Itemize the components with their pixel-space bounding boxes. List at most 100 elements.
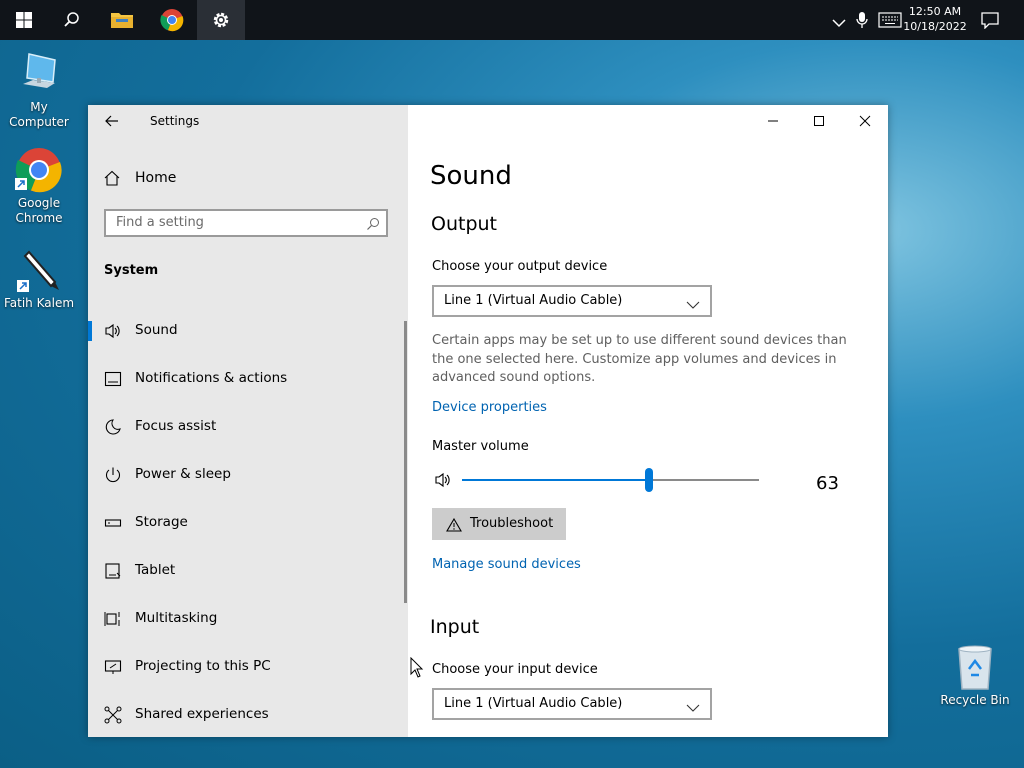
sidebar-item-label: Focus assist	[135, 418, 217, 434]
minimize-button[interactable]	[750, 105, 796, 137]
volume-slider-fill	[462, 479, 649, 481]
search-icon	[366, 216, 380, 235]
input-device-dropdown[interactable]: Line 1 (Virtual Audio Cable)	[432, 688, 712, 720]
windows-logo-icon	[16, 12, 32, 28]
desktop-icon-google-chrome[interactable]: Google Chrome	[0, 146, 78, 226]
projector-icon	[104, 658, 122, 676]
volume-value: 63	[816, 473, 839, 494]
sound-settings-pane: Sound Output Choose your output device L…	[408, 105, 888, 737]
keyboard-icon[interactable]	[878, 12, 902, 32]
maximize-icon	[814, 116, 824, 126]
system-section-label: System	[104, 263, 159, 278]
desktop-icon-fatih-kalem[interactable]: Fatih Kalem	[0, 246, 78, 311]
input-device-value: Line 1 (Virtual Audio Cable)	[444, 696, 623, 711]
sidebar-item-multitasking[interactable]: Multitasking	[88, 598, 406, 638]
settings-taskbar-button[interactable]	[197, 0, 245, 40]
input-heading: Input	[430, 616, 480, 638]
sidebar-item-power-sleep[interactable]: Power & sleep	[88, 454, 406, 494]
manage-sound-devices-link[interactable]: Manage sound devices	[432, 557, 581, 572]
mouse-cursor-icon	[410, 657, 424, 678]
chevron-up-icon[interactable]	[832, 13, 846, 32]
warning-icon	[446, 517, 462, 536]
multitasking-icon	[104, 610, 122, 628]
search-icon	[64, 12, 79, 27]
search-placeholder: Find a setting	[116, 215, 204, 230]
output-device-dropdown[interactable]: Line 1 (Virtual Audio Cable)	[432, 285, 712, 317]
search-button[interactable]	[48, 0, 96, 40]
sidebar-item-label: Notifications & actions	[135, 370, 288, 386]
sidebar-item-label: Projecting to this PC	[135, 658, 271, 674]
sidebar-item-label: Sound	[135, 322, 178, 338]
share-icon	[104, 706, 122, 724]
sidebar-item-label: Power & sleep	[135, 466, 231, 482]
taskbar: 12:50 AM 10/18/2022	[0, 0, 1024, 40]
start-button[interactable]	[0, 0, 48, 40]
desktop-icon-label: Fatih Kalem	[3, 296, 75, 310]
output-device-value: Line 1 (Virtual Audio Cable)	[444, 293, 623, 308]
power-icon	[104, 466, 122, 484]
back-arrow-icon	[105, 115, 118, 127]
home-label: Home	[135, 170, 177, 186]
minimize-icon	[768, 120, 778, 122]
output-heading: Output	[431, 213, 497, 235]
clock-date: 10/18/2022	[903, 20, 967, 33]
microphone-icon[interactable]	[856, 11, 868, 33]
speaker-icon[interactable]	[434, 471, 454, 493]
sidebar-item-shared-experiences[interactable]: Shared experiences	[88, 694, 406, 734]
find-setting-search[interactable]: Find a setting	[104, 209, 388, 237]
taskbar-clock[interactable]: 12:50 AM 10/18/2022	[902, 4, 968, 34]
sidebar-item-label: Tablet	[135, 562, 176, 578]
sidebar-item-notifications[interactable]: Notifications & actions	[88, 358, 406, 398]
moon-icon	[104, 418, 122, 436]
action-center-button[interactable]	[968, 0, 1012, 40]
chrome-icon	[160, 9, 184, 32]
storage-icon	[104, 514, 122, 532]
gear-icon	[213, 12, 229, 28]
desktop-icon-label: Recycle Bin	[940, 693, 1010, 707]
speaker-icon	[104, 322, 122, 340]
chrome-icon	[15, 146, 63, 194]
home-icon	[104, 170, 120, 190]
sidebar-item-storage[interactable]: Storage	[88, 502, 406, 542]
title-bar: Settings	[88, 105, 408, 137]
sidebar-item-focus-assist[interactable]: Focus assist	[88, 406, 406, 446]
sidebar-item-label: Storage	[135, 514, 188, 530]
folder-icon	[111, 13, 133, 28]
master-volume-slider[interactable]	[462, 468, 759, 492]
device-properties-link[interactable]: Device properties	[432, 400, 547, 415]
troubleshoot-button[interactable]: Troubleshoot	[432, 508, 566, 540]
output-description: Certain apps may be set up to use differ…	[432, 333, 847, 385]
settings-sidebar: Settings Home Find a setting System Soun…	[88, 105, 408, 737]
sidebar-item-label: Multitasking	[135, 610, 218, 626]
chrome-taskbar-button[interactable]	[148, 0, 196, 40]
desktop-icon-label: My Computer	[9, 100, 69, 129]
chevron-down-icon	[686, 698, 700, 717]
master-volume-label: Master volume	[432, 439, 529, 454]
pen-icon	[15, 246, 63, 294]
window-title: Settings	[150, 114, 200, 128]
maximize-button[interactable]	[796, 105, 842, 137]
troubleshoot-label: Troubleshoot	[470, 516, 554, 531]
desktop-icon-my-computer[interactable]: My Computer	[0, 50, 78, 130]
tablet-icon	[104, 562, 122, 580]
file-explorer-button[interactable]	[98, 0, 146, 40]
output-device-label: Choose your output device	[432, 259, 608, 274]
chevron-down-icon	[686, 295, 700, 314]
settings-window: Settings Home Find a setting System Soun…	[88, 105, 888, 737]
sidebar-scrollbar[interactable]	[404, 321, 407, 603]
desktop-icon-recycle-bin[interactable]: Recycle Bin	[936, 643, 1014, 708]
computer-icon	[15, 50, 63, 98]
home-nav-item[interactable]: Home	[88, 165, 408, 191]
back-button[interactable]	[100, 111, 124, 131]
sidebar-item-sound[interactable]: Sound	[88, 310, 406, 350]
notification-icon	[104, 370, 122, 388]
sidebar-item-label: Shared experiences	[135, 706, 269, 722]
notification-center-icon	[981, 12, 999, 29]
sidebar-item-projecting[interactable]: Projecting to this PC	[88, 646, 406, 686]
desktop-icon-label: Google Chrome	[15, 196, 63, 225]
close-button[interactable]	[842, 105, 888, 137]
page-title: Sound	[430, 161, 512, 191]
recycle-bin-icon	[951, 643, 999, 691]
sidebar-item-tablet[interactable]: Tablet	[88, 550, 406, 590]
volume-slider-thumb[interactable]	[645, 468, 653, 492]
